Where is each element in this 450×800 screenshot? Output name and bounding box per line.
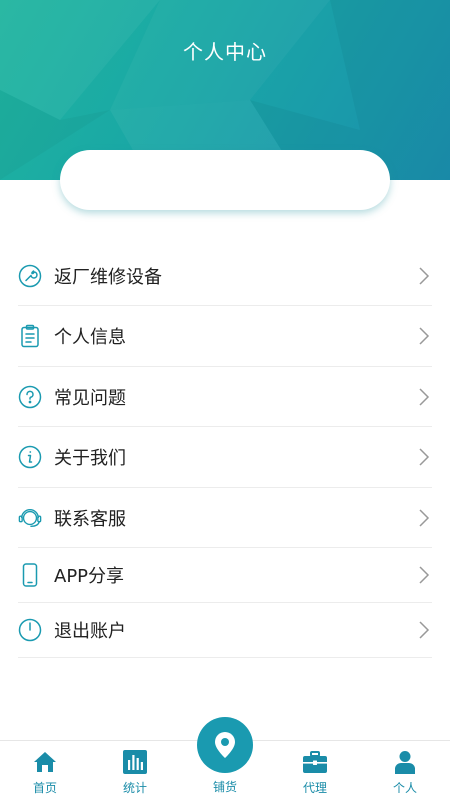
question-icon bbox=[18, 385, 42, 409]
phone-icon bbox=[18, 563, 42, 587]
chevron-right-icon bbox=[419, 508, 430, 527]
tab-label: 个人 bbox=[392, 781, 417, 795]
menu-item-personal-info[interactable]: 个人信息 bbox=[18, 306, 432, 367]
menu-item-label: 常见问题 bbox=[54, 387, 126, 409]
person-icon bbox=[395, 751, 415, 774]
menu-item-label: 个人信息 bbox=[54, 327, 126, 348]
user-card[interactable] bbox=[60, 150, 390, 210]
chevron-right-icon bbox=[419, 327, 430, 345]
menu-item-about-us[interactable]: 关于我们 bbox=[18, 427, 432, 488]
menu-item-label: APP分享 bbox=[54, 566, 125, 587]
menu-item-app-share[interactable]: APP分享 bbox=[18, 548, 432, 603]
tab-label: 代理 bbox=[302, 781, 327, 795]
clipboard-icon bbox=[18, 324, 42, 348]
info-icon bbox=[18, 445, 42, 469]
menu-item-return-repair[interactable]: 返厂维修设备 bbox=[18, 246, 432, 306]
menu-item-label: 退出账户 bbox=[54, 621, 126, 642]
menu-item-label: 联系客服 bbox=[54, 508, 126, 530]
wrench-icon bbox=[18, 264, 42, 288]
power-icon bbox=[18, 618, 42, 642]
tab-label: 首页 bbox=[32, 781, 57, 795]
tab-home[interactable]: 首页 bbox=[10, 741, 80, 800]
profile-page: 个人中心 返厂维修设备 个人信息 常见问题 关于我们 联系客服 APP分享 退出… bbox=[0, 0, 450, 800]
tab-label: 铺货 bbox=[212, 780, 237, 794]
location-pin-icon bbox=[215, 732, 235, 758]
tab-personal[interactable]: 个人 bbox=[370, 741, 440, 800]
briefcase-icon bbox=[303, 751, 327, 773]
tab-agent[interactable]: 代理 bbox=[280, 741, 350, 800]
headset-icon bbox=[18, 506, 42, 530]
menu-item-label: 关于我们 bbox=[54, 448, 126, 469]
menu-list: 返厂维修设备 个人信息 常见问题 关于我们 联系客服 APP分享 退出账户 bbox=[18, 246, 432, 658]
tab-distribution-button[interactable] bbox=[197, 717, 253, 773]
home-icon bbox=[34, 752, 56, 772]
menu-item-logout[interactable]: 退出账户 bbox=[18, 603, 432, 658]
page-title: 个人中心 bbox=[183, 40, 267, 64]
chevron-right-icon bbox=[419, 266, 430, 285]
menu-item-customer-service[interactable]: 联系客服 bbox=[18, 488, 432, 548]
chevron-right-icon bbox=[419, 566, 430, 584]
tab-label: 统计 bbox=[122, 781, 147, 795]
chevron-right-icon bbox=[419, 621, 430, 639]
menu-item-faq[interactable]: 常见问题 bbox=[18, 367, 432, 427]
menu-item-label: 返厂维修设备 bbox=[54, 266, 162, 288]
tab-statistics[interactable]: 统计 bbox=[100, 741, 170, 800]
chevron-right-icon bbox=[419, 387, 430, 406]
chevron-right-icon bbox=[419, 448, 430, 466]
chart-icon bbox=[123, 750, 147, 774]
